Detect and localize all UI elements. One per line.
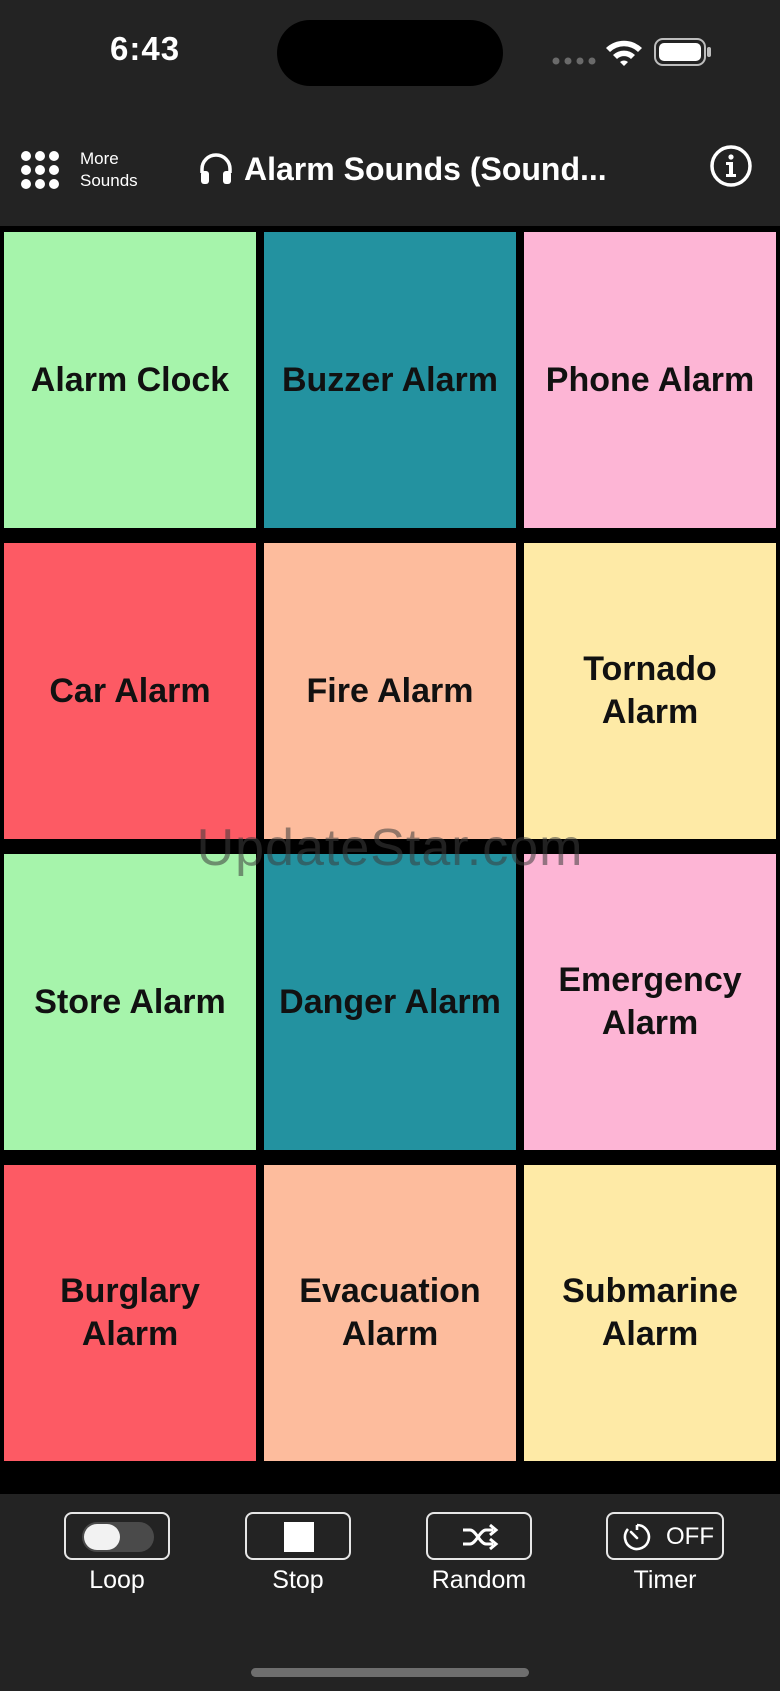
more-label-line1: More: [80, 149, 119, 168]
random-label: Random: [431, 1566, 527, 1594]
status-bar: 6:43: [0, 0, 780, 110]
sound-tile-alarm-clock[interactable]: Alarm Clock: [4, 232, 256, 528]
timer-label: Timer: [633, 1566, 697, 1594]
grid-icon: [21, 151, 59, 189]
shuffle-icon: [463, 1523, 499, 1551]
timer-button[interactable]: OFF Timer: [606, 1512, 724, 1595]
wifi-icon: [606, 40, 642, 66]
page-title: Alarm Sounds (Sound...: [244, 150, 607, 187]
loop-label: Loop: [89, 1566, 145, 1594]
status-time: 6:43: [110, 30, 181, 67]
sound-tile-car-alarm[interactable]: Car Alarm: [4, 543, 256, 839]
more-sounds-button[interactable]: More Sounds: [20, 140, 138, 200]
battery-icon: [654, 38, 711, 66]
tile-label: Tornado Alarm: [583, 650, 717, 731]
bottom-toolbar: Loop Stop Random OFF Timer: [0, 1494, 780, 1691]
more-label-line2: Sounds: [80, 171, 138, 190]
sound-tile-evacuation-alarm[interactable]: Evacuation Alarm: [264, 1165, 516, 1461]
timer-icon: [623, 1523, 651, 1551]
cellular-signal-icon: [552, 57, 596, 65]
sound-tile-tornado-alarm[interactable]: Tornado Alarm: [524, 543, 776, 839]
sound-grid: Alarm Clock Buzzer Alarm Phone Alarm Car…: [0, 226, 780, 1461]
stop-button[interactable]: Stop: [243, 1512, 353, 1595]
sound-tile-burglary-alarm[interactable]: Burglary Alarm: [4, 1165, 256, 1461]
random-button[interactable]: Random: [424, 1512, 534, 1595]
info-icon[interactable]: [709, 144, 753, 188]
tile-label: Store Alarm: [34, 982, 226, 1021]
loop-toggle[interactable]: [64, 1512, 170, 1560]
sound-tile-store-alarm[interactable]: Store Alarm: [4, 854, 256, 1150]
sound-tile-phone-alarm[interactable]: Phone Alarm: [524, 232, 776, 528]
tile-label: Phone Alarm: [545, 360, 755, 399]
sound-tile-submarine-alarm[interactable]: Submarine Alarm: [524, 1165, 776, 1461]
page-title-group: Alarm Sounds (Sound...: [198, 144, 607, 194]
stop-label: Stop: [272, 1566, 324, 1594]
dynamic-island: [277, 20, 503, 86]
random-box[interactable]: [426, 1512, 532, 1560]
tile-label: Evacuation Alarm: [299, 1272, 481, 1353]
loop-button[interactable]: Loop: [62, 1512, 172, 1595]
sound-tile-fire-alarm[interactable]: Fire Alarm: [264, 543, 516, 839]
loop-toggle-knob: [84, 1524, 120, 1550]
tile-label: Submarine Alarm: [562, 1272, 738, 1353]
sound-tile-buzzer-alarm[interactable]: Buzzer Alarm: [264, 232, 516, 528]
timer-state: OFF: [666, 1523, 714, 1550]
tile-label: Fire Alarm: [306, 671, 474, 710]
stop-icon: [284, 1522, 314, 1552]
stop-box[interactable]: [245, 1512, 351, 1560]
sound-tile-danger-alarm[interactable]: Danger Alarm: [264, 854, 516, 1150]
headphones-icon: [200, 153, 232, 184]
home-indicator: [251, 1668, 529, 1677]
loop-toggle-track: [82, 1522, 154, 1552]
tile-label: Car Alarm: [49, 671, 211, 710]
sound-tile-emergency-alarm[interactable]: Emergency Alarm: [524, 854, 776, 1150]
nav-bar: More Sounds Alarm Sounds (Sound...: [0, 110, 780, 226]
tile-label: Danger Alarm: [279, 982, 501, 1021]
tile-label: Emergency Alarm: [558, 961, 742, 1042]
more-sounds-label: More Sounds: [80, 148, 138, 192]
timer-box[interactable]: OFF: [606, 1512, 724, 1560]
tile-label: Burglary Alarm: [60, 1272, 200, 1353]
tile-label: Buzzer Alarm: [281, 360, 499, 399]
tile-label: Alarm Clock: [30, 360, 230, 399]
